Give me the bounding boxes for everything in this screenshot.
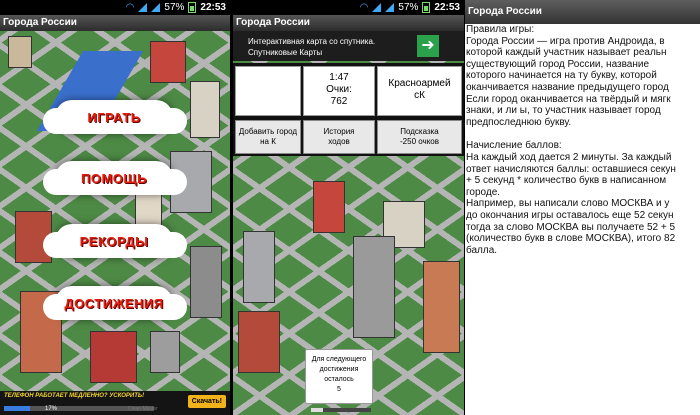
city-input[interactable] [235,66,301,116]
promo-banner[interactable]: ТЕЛЕФОН РАБОТАЕТ МЕДЛЕННО? УСКОРИТЬ! 17%… [0,391,230,415]
ad-line-2: Спутниковые Карты [248,48,323,57]
achievement-line-2: достижения [319,366,359,373]
building [170,151,212,213]
rules-line: балла. [466,244,498,256]
download-button[interactable]: Скачать! [187,395,226,408]
building [313,181,345,233]
rules-line: Начисление баллов: [466,140,562,152]
building [190,246,222,318]
signal-icon-2 [385,3,395,12]
promo-text: ТЕЛЕФОН РАБОТАЕТ МЕДЛЕННО? УСКОРИТЬ! [4,393,145,399]
rules-screen: Города России Правила игры: Города России… [465,0,700,415]
help-label: ПОМОЩЬ [81,170,147,186]
signal-icon [138,3,148,12]
rules-line: оканчивается название предыдущего город [466,81,669,93]
app-title: Города России [465,0,700,24]
rules-line: предпоследнюю букву. [466,116,572,128]
city-background [0,31,230,415]
rules-line: Правила игры: [466,24,535,35]
promo-logo: Clean Master [128,406,158,412]
timer: 1:47 [329,72,349,83]
battery-percent: 57% [164,2,185,13]
rules-line: Например, вы написали слово МОСКВА и у [466,198,670,210]
clock: 22:53 [434,2,460,13]
play-label: ИГРАТЬ [87,109,141,125]
building [15,211,52,263]
promo-progress-text: 17% [45,406,58,412]
rules-spacer [466,128,700,140]
add-city-label-1: Добавить город [238,127,298,136]
achievement-value: 5 [337,386,341,393]
rules-line: существующий город России, название [466,58,650,70]
rules-line: ответ начисляются баллы: оставшиеся секу… [466,163,676,175]
add-city-button[interactable]: Добавить город на К [235,120,301,154]
help-button[interactable]: ПОМОЩЬ [55,161,173,195]
rules-line: знаки, и ли ы, то участник называет горо… [466,105,661,117]
building [353,236,395,338]
history-label-1: История [323,127,355,136]
status-bar: ◠ 57% 22:53 [233,0,464,15]
achievement-popup: Для следующего достижения осталось 5 [305,349,373,404]
rules-line: Города России — игра против Андроида, в [466,35,665,47]
rules-text: Правила игры: Города России — игра против… [466,24,700,256]
ad-line-1: Интерактивная карта со спутника. [248,37,376,46]
signal-icon-2 [151,3,161,12]
wifi-icon: ◠ [125,2,135,13]
history-label-2: ходов [328,137,350,146]
building [150,331,180,373]
building [238,311,280,373]
app-title: Города России [233,15,464,31]
hint-label-2: -250 очков [400,137,439,146]
rules-line: которого начинается на ту букву, которой [466,70,657,82]
last-city-box: Красноармей сК [377,66,462,116]
status-bar: ◠ 57% 22:53 [0,0,230,15]
rules-line: которой каждый участник называет реальн [466,47,667,59]
hint-label-1: Подсказка [400,127,439,136]
scrollbar[interactable] [311,408,371,412]
records-button[interactable]: РЕКОРДЫ [55,224,173,258]
building [243,231,275,303]
ad-banner[interactable]: Интерактивная карта со спутника. Спутник… [233,31,464,61]
building [90,331,137,383]
game-panel: 1:47 Очки: 762 Красноармей сК Добавить г… [233,63,464,156]
battery-icon [422,2,431,13]
hint-button[interactable]: Подсказка -250 очков [377,120,462,154]
building [423,261,460,353]
signal-icon [372,3,382,12]
promo-progress-fill [4,406,30,411]
records-label: РЕКОРДЫ [79,233,149,249]
building [8,36,32,68]
scrollbar-thumb[interactable] [311,408,323,412]
app-title: Города России [0,15,230,31]
play-button[interactable]: ИГРАТЬ [55,100,173,134]
battery-icon [188,2,197,13]
score-label: Очки: [326,84,352,95]
rules-line: до окончания игры оставалось еще 52 секу… [466,209,674,221]
achievement-line-3: осталось [324,376,354,383]
building [190,81,220,138]
main-menu-screen: ◠ 57% 22:53 Города России ИГРАТЬ ПОМОЩЬ … [0,0,230,415]
rules-line: (количество букв в слове МОСКВА), итого … [466,233,676,245]
rules-line: + 5 секунд * количество букв в написанно… [466,175,667,187]
rules-line: Если город оканчивается на твёрдый и мяг… [466,93,671,105]
score-value: 762 [330,96,348,107]
achievements-label: ДОСТИЖЕНИЯ [64,295,164,311]
battery-percent: 57% [398,2,419,13]
score-box: 1:47 Очки: 762 [303,66,375,116]
rules-line: городе. [466,186,501,198]
history-button[interactable]: История ходов [303,120,375,154]
ad-arrow-icon[interactable]: ➜ [417,35,439,57]
game-screen: ◠ 57% 22:53 Города России Интерактивная … [233,0,464,415]
achievements-button[interactable]: ДОСТИЖЕНИЯ [55,286,173,320]
rules-line: тогда за слово МОСКВА вы получаете 52 + … [466,221,676,233]
last-city-line-1: Красноармей [388,78,451,89]
clock: 22:53 [200,2,226,13]
last-city-line-2: сК [414,90,425,101]
add-city-label-2: на К [260,137,276,146]
rules-line: На каждый ход дается 2 минуты. За каждый [466,151,672,163]
wifi-icon: ◠ [359,2,369,13]
achievement-line-1: Для следующего [311,356,367,363]
building [150,41,186,83]
